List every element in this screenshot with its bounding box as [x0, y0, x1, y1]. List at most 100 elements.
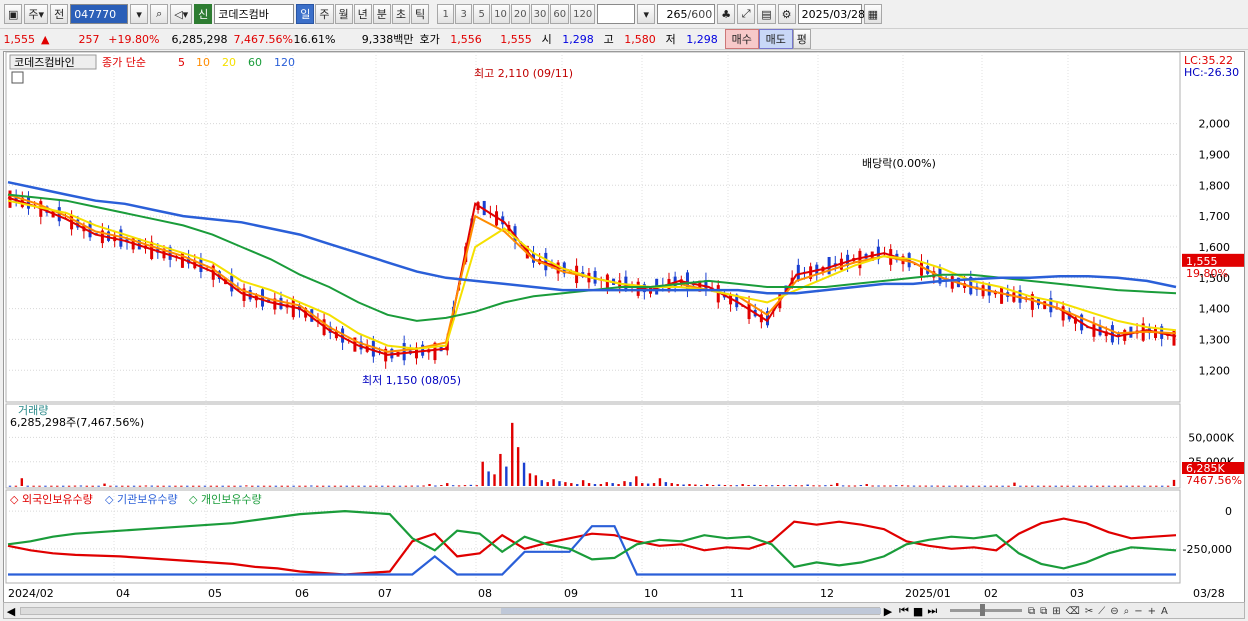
- sound-icon[interactable]: ◁▾: [170, 4, 193, 24]
- search-icon[interactable]: ⌕: [150, 4, 169, 24]
- period-number-button[interactable]: 60: [550, 4, 570, 24]
- volume-value: 6,285,298: [171, 32, 228, 46]
- zoom-slider[interactable]: [950, 604, 1022, 616]
- prev-button[interactable]: 전: [50, 4, 69, 24]
- period-number-button[interactable]: 10: [491, 4, 510, 24]
- line-icon[interactable]: ⟋: [1098, 606, 1105, 617]
- volume-bar: [971, 485, 975, 487]
- stock-chart[interactable]: 1,2001,3001,4001,5001,6001,7001,8001,900…: [4, 51, 1246, 604]
- volume-bar: [1125, 485, 1128, 487]
- text-icon[interactable]: A: [1161, 606, 1168, 617]
- magnify-icon[interactable]: ⌕: [1124, 606, 1130, 617]
- scroll-thumb[interactable]: [501, 608, 881, 614]
- candle-body: [291, 299, 295, 318]
- layout-icon[interactable]: ▣: [4, 4, 23, 24]
- grid-icon[interactable]: ⊞: [1052, 606, 1060, 617]
- layers-icon[interactable]: ⧉: [1040, 606, 1047, 617]
- volume-bar: [1166, 485, 1170, 487]
- interval-tab[interactable]: 일: [296, 4, 315, 24]
- draw-tool-icon[interactable]: ⤢: [737, 4, 756, 24]
- period-number-button[interactable]: 3: [455, 4, 473, 24]
- chart-area[interactable]: 1,200 1,300 1,400 1,500 1,600 1,700 1,800 1,900…: [3, 51, 1245, 603]
- toolbar: ▣ 주 ▾ 전 047770 ▾ ⌕ ◁▾ 신 코데즈컴바 일주월년분초틱 135…: [0, 3, 1248, 25]
- volume-bar: [995, 485, 998, 487]
- volume-bar: [85, 485, 89, 487]
- stop-icon[interactable]: ■: [913, 605, 923, 618]
- candle-type-icon[interactable]: ♣: [717, 4, 736, 24]
- period-number-button[interactable]: 120: [570, 4, 596, 24]
- volume-bar: [871, 485, 874, 487]
- volume-bar: [711, 485, 715, 487]
- volume-bar: [1001, 485, 1004, 487]
- zoom-out-icon[interactable]: ⊖: [1110, 606, 1118, 617]
- volume-bar: [983, 485, 987, 487]
- volume-bar: [658, 478, 662, 486]
- scroll-bar[interactable]: ◀ ▶ ⏮ ■ ⏭ ⧉ ⧉ ⊞ ⌫ ✂ ⟋ ⊖ ⌕ − + A: [3, 602, 1245, 619]
- last-pct-label: 19.80%: [1186, 267, 1228, 280]
- volume-bar: [446, 483, 449, 486]
- volume-pct: 7,467.56%: [233, 32, 293, 46]
- copy-icon[interactable]: ⧉: [1028, 606, 1035, 617]
- playback-controls[interactable]: ⏮ ■ ⏭: [897, 603, 939, 619]
- legend-ma-label: 종가 단순: [102, 56, 146, 69]
- volume-bar: [877, 485, 880, 487]
- candle-body: [919, 261, 923, 276]
- count-field[interactable]: 265/600: [657, 4, 716, 24]
- volume-bar: [522, 462, 526, 486]
- volume-bar: [617, 484, 620, 486]
- interval-tab[interactable]: 초: [391, 4, 411, 24]
- volume-bar: [1113, 485, 1117, 487]
- interval-tab[interactable]: 년: [353, 4, 372, 24]
- volume-bar: [339, 485, 343, 487]
- volume-bar: [800, 485, 803, 487]
- interval-tab[interactable]: 틱: [411, 4, 430, 24]
- interval-tab[interactable]: 주: [315, 4, 334, 24]
- volume-bar: [469, 484, 473, 486]
- code-dropdown-icon[interactable]: ▾: [130, 4, 149, 24]
- minus-icon[interactable]: −: [1134, 606, 1142, 617]
- custom-period-dropdown-icon[interactable]: ▾: [637, 4, 656, 24]
- sell-button[interactable]: 매도: [758, 29, 793, 49]
- volume-bar: [1066, 485, 1069, 487]
- save-icon[interactable]: ▤: [757, 4, 776, 24]
- ruler-icon[interactable]: ✂: [1085, 606, 1093, 617]
- plus-icon[interactable]: +: [1148, 606, 1156, 617]
- period-number-button[interactable]: 20: [510, 4, 530, 24]
- rewind-icon[interactable]: ⏮: [899, 604, 909, 618]
- volume-bar: [38, 485, 41, 487]
- volume-bar: [239, 485, 242, 487]
- volume-bar: [144, 485, 148, 487]
- volume-bar: [1095, 485, 1099, 487]
- period-number-button[interactable]: 30: [530, 4, 550, 24]
- volume-bar: [298, 485, 301, 487]
- interval-tab[interactable]: 분: [372, 4, 391, 24]
- price-panel-frame: [5, 51, 1181, 403]
- interval-tab[interactable]: 월: [334, 4, 353, 24]
- candle-body: [1000, 286, 1004, 304]
- holder-legend-label: ◇ 외국인보유수량: [10, 493, 93, 506]
- buy-button[interactable]: 매수: [724, 29, 759, 49]
- custom-period-input[interactable]: [597, 4, 636, 24]
- volume-bar: [623, 481, 626, 486]
- period-number-button[interactable]: 1: [437, 4, 455, 24]
- volume-bar: [251, 485, 254, 487]
- scroll-track[interactable]: [20, 607, 881, 615]
- price-tick-label: 1,400: [1199, 303, 1231, 316]
- period-number-button[interactable]: 5: [473, 4, 491, 24]
- volume-bar: [611, 483, 614, 486]
- date-field[interactable]: 2025/03/28: [797, 4, 865, 24]
- volume-bar: [1048, 485, 1052, 487]
- forward-icon[interactable]: ⏭: [927, 604, 937, 618]
- gear-icon[interactable]: ⚙: [777, 4, 796, 24]
- stock-code-input[interactable]: 047770: [70, 4, 129, 24]
- volume-bar: [398, 485, 402, 487]
- eval-button[interactable]: 평: [792, 29, 811, 49]
- stock-name-field[interactable]: 코데즈컴바: [214, 4, 295, 24]
- chart-tool-icons[interactable]: ⧉ ⧉ ⊞ ⌫ ✂ ⟋ ⊖ ⌕ − + A: [1026, 603, 1170, 619]
- scroll-right-icon[interactable]: ▶: [882, 603, 894, 619]
- period-select[interactable]: 주 ▾: [24, 4, 49, 24]
- calendar-icon[interactable]: ▦: [863, 4, 883, 24]
- eraser-icon[interactable]: ⌫: [1066, 606, 1080, 617]
- volume-bar: [1013, 482, 1016, 486]
- scroll-left-icon[interactable]: ◀: [4, 603, 18, 619]
